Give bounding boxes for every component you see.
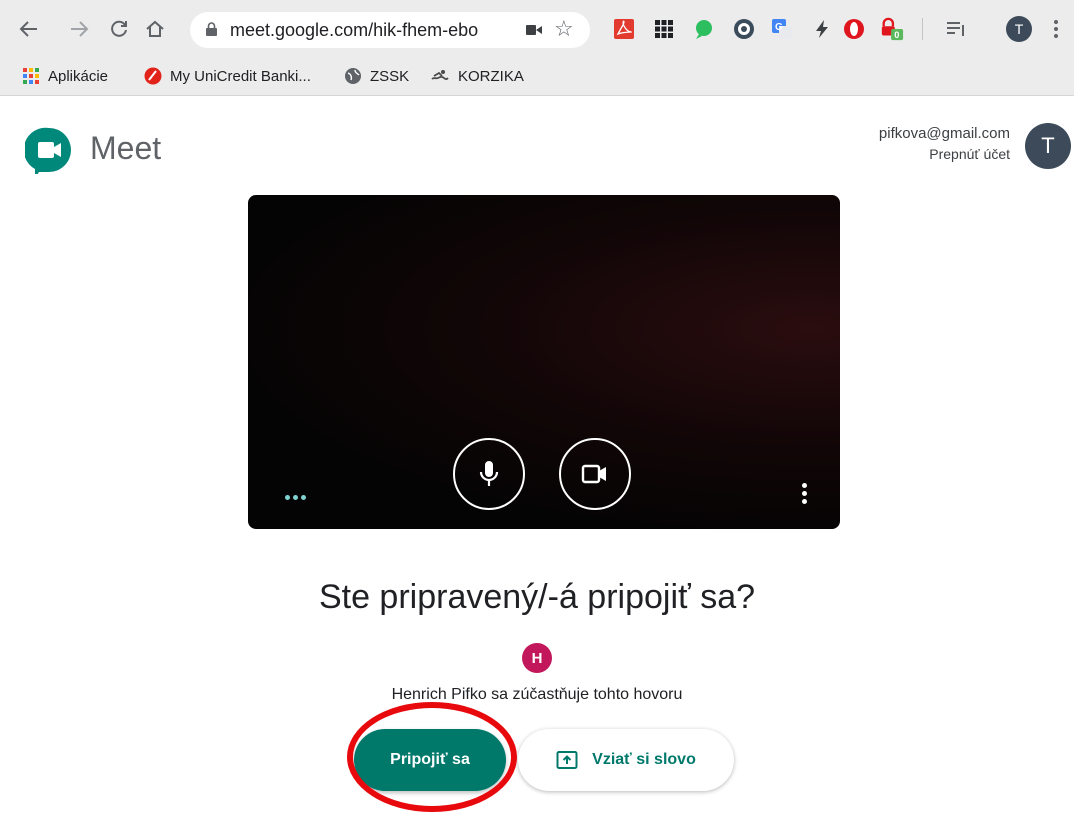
bookmark-label: My UniCredit Banki... <box>170 67 311 85</box>
video-preview <box>248 195 840 529</box>
browser-profile-avatar[interactable]: T <box>1006 16 1032 42</box>
participant-status: Henrich Pifko sa zúčastňuje tohto hovoru <box>391 686 683 703</box>
unicredit-icon <box>144 67 162 85</box>
bookmark-unicredit[interactable]: My UniCredit Banki... <box>144 64 311 88</box>
bookmark-label: ZSSK <box>370 67 410 85</box>
bookmark-star-icon[interactable]: ☆ <box>554 16 574 42</box>
visual-effects-icon[interactable] <box>285 495 306 500</box>
account-avatar[interactable]: T <box>1025 123 1071 169</box>
back-button[interactable] <box>14 14 44 44</box>
home-button[interactable] <box>140 14 170 44</box>
app-title: Meet <box>90 130 162 166</box>
grid-app-icon[interactable] <box>652 17 676 41</box>
more-options-icon[interactable] <box>802 483 807 504</box>
translate-icon[interactable]: G <box>770 17 794 41</box>
camera-button[interactable] <box>559 438 631 510</box>
globe-icon <box>345 68 361 84</box>
acrobat-icon[interactable] <box>612 17 636 41</box>
present-button[interactable]: Vziať si slovo <box>518 729 734 791</box>
account-info: pifkova@gmail.com Prepnúť účet <box>879 124 1010 164</box>
evernote-icon[interactable] <box>692 17 716 41</box>
browser-toolbar: meet.google.com/hik-fhem-ebo ☆ G 0 T <box>0 0 1074 58</box>
reload-button[interactable] <box>104 14 134 44</box>
bolt-icon[interactable] <box>810 17 834 41</box>
reload-icon <box>111 20 127 37</box>
bookmark-korzika[interactable]: KORZIKA <box>430 64 524 88</box>
browser-menu-icon[interactable] <box>1048 14 1064 44</box>
ready-heading: Ste pripravený/-á pripojiť sa? <box>318 578 756 616</box>
address-bar[interactable]: meet.google.com/hik-fhem-ebo ☆ <box>190 12 590 48</box>
bookmark-zssk[interactable]: ZSSK <box>344 64 409 88</box>
microphone-icon <box>479 461 499 486</box>
ghostery-icon[interactable] <box>732 17 756 41</box>
lock-badge-icon[interactable]: 0 <box>880 17 904 41</box>
arrow-left-icon <box>19 21 37 37</box>
forward-button[interactable] <box>64 14 94 44</box>
apps-grid-icon <box>23 68 39 84</box>
arrow-right-icon <box>71 21 89 37</box>
opera-icon[interactable] <box>842 17 866 41</box>
bookmark-apps[interactable]: Aplikácie <box>22 64 108 88</box>
home-icon <box>146 20 164 37</box>
present-screen-icon <box>556 751 578 769</box>
swimmer-icon <box>431 70 449 81</box>
participant-avatar: H <box>522 643 552 673</box>
bookmark-label: KORZIKA <box>458 67 524 85</box>
svg-text:0: 0 <box>894 30 899 40</box>
reading-list-icon[interactable] <box>944 17 968 41</box>
camera-indicator-icon[interactable] <box>526 23 542 37</box>
toolbar-divider <box>922 18 923 40</box>
present-button-label: Vziať si slovo <box>592 751 696 768</box>
join-button[interactable]: Pripojiť sa <box>354 729 506 791</box>
microphone-button[interactable] <box>453 438 525 510</box>
lock-icon <box>206 22 217 36</box>
svg-text:G: G <box>775 22 783 33</box>
switch-account-link[interactable]: Prepnúť účet <box>879 144 1010 164</box>
camera-icon <box>581 464 606 484</box>
bookmark-label: Aplikácie <box>48 67 109 85</box>
join-button-label: Pripojiť sa <box>390 751 470 768</box>
account-email: pifkova@gmail.com <box>878 125 1010 142</box>
meet-logo-icon <box>25 127 71 174</box>
url-text: meet.google.com/hik-fhem-ebo <box>230 20 479 40</box>
